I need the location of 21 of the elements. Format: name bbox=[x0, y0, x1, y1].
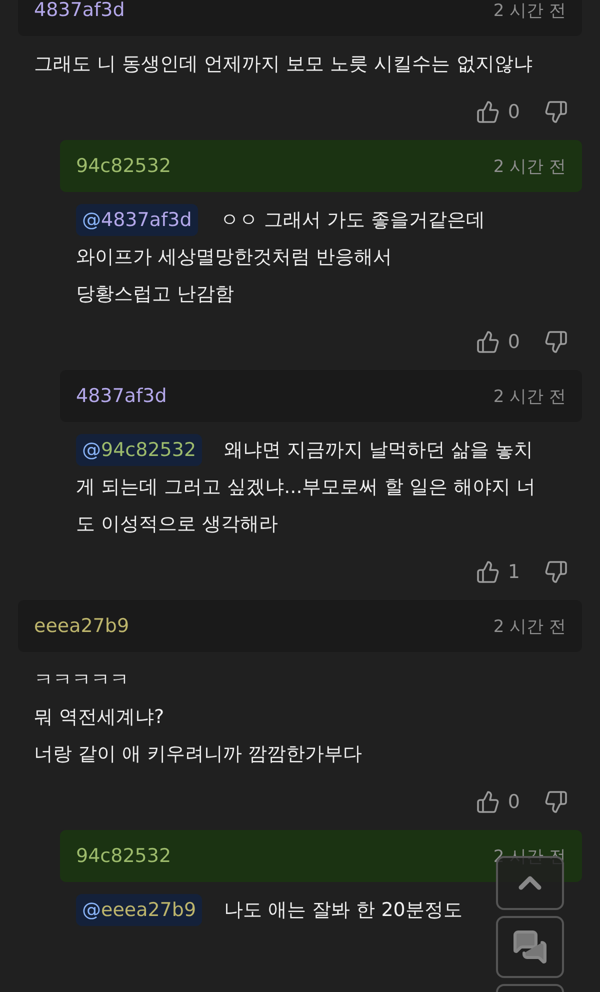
comment-author[interactable]: 94c82532 bbox=[76, 845, 172, 867]
comment-author[interactable]: 4837af3d bbox=[34, 0, 125, 21]
comment-text: ㅋㅋㅋㅋㅋ 뭐 역전세계냐? 너랑 같이 애 키우려니까 깜깜한가부다 bbox=[33, 668, 364, 767]
mention-tag[interactable]: @eeea27b9 bbox=[76, 894, 202, 926]
like-count: 0 bbox=[508, 331, 520, 353]
comment-time: 2 시간 전 bbox=[493, 616, 566, 638]
comment-text: @eeea27b9 나도 애는 잘봐 한 20분정도 bbox=[60, 882, 478, 929]
mention-tag[interactable]: @94c82532 bbox=[76, 434, 202, 466]
comment-author[interactable]: 94c82532 bbox=[76, 155, 172, 177]
comment-time: 2 시간 전 bbox=[493, 386, 566, 408]
comment-text: 그래도 니 동생인데 언제까지 보모 노릇 시킬수는 없지않냐 bbox=[33, 52, 534, 77]
comment-text: @4837af3d ㅇㅇ 그래서 가도 좋을거같은데 와이프가 세상멸망한것처럼 반응해서 당황스럽고 난감함 bbox=[60, 192, 501, 313]
comment-time: 2 시간 전 bbox=[493, 0, 566, 22]
comment-author[interactable]: 4837af3d bbox=[76, 385, 167, 407]
like-count: 0 bbox=[508, 101, 520, 123]
comment-time: 2 시간 전 bbox=[493, 156, 566, 178]
like-count: 1 bbox=[508, 561, 520, 583]
mention-tag[interactable]: @4837af3d bbox=[76, 204, 198, 236]
like-count: 0 bbox=[508, 791, 520, 813]
comment-author[interactable]: eeea27b9 bbox=[34, 615, 130, 637]
comment-text: @94c82532 왜냐면 지금까지 날먹하던 삶을 놓치 게 되는데 그러고 싶겠냐...부모로써 할 일은 해야지 너 도 이성적으로 생각해라 bbox=[60, 422, 552, 543]
